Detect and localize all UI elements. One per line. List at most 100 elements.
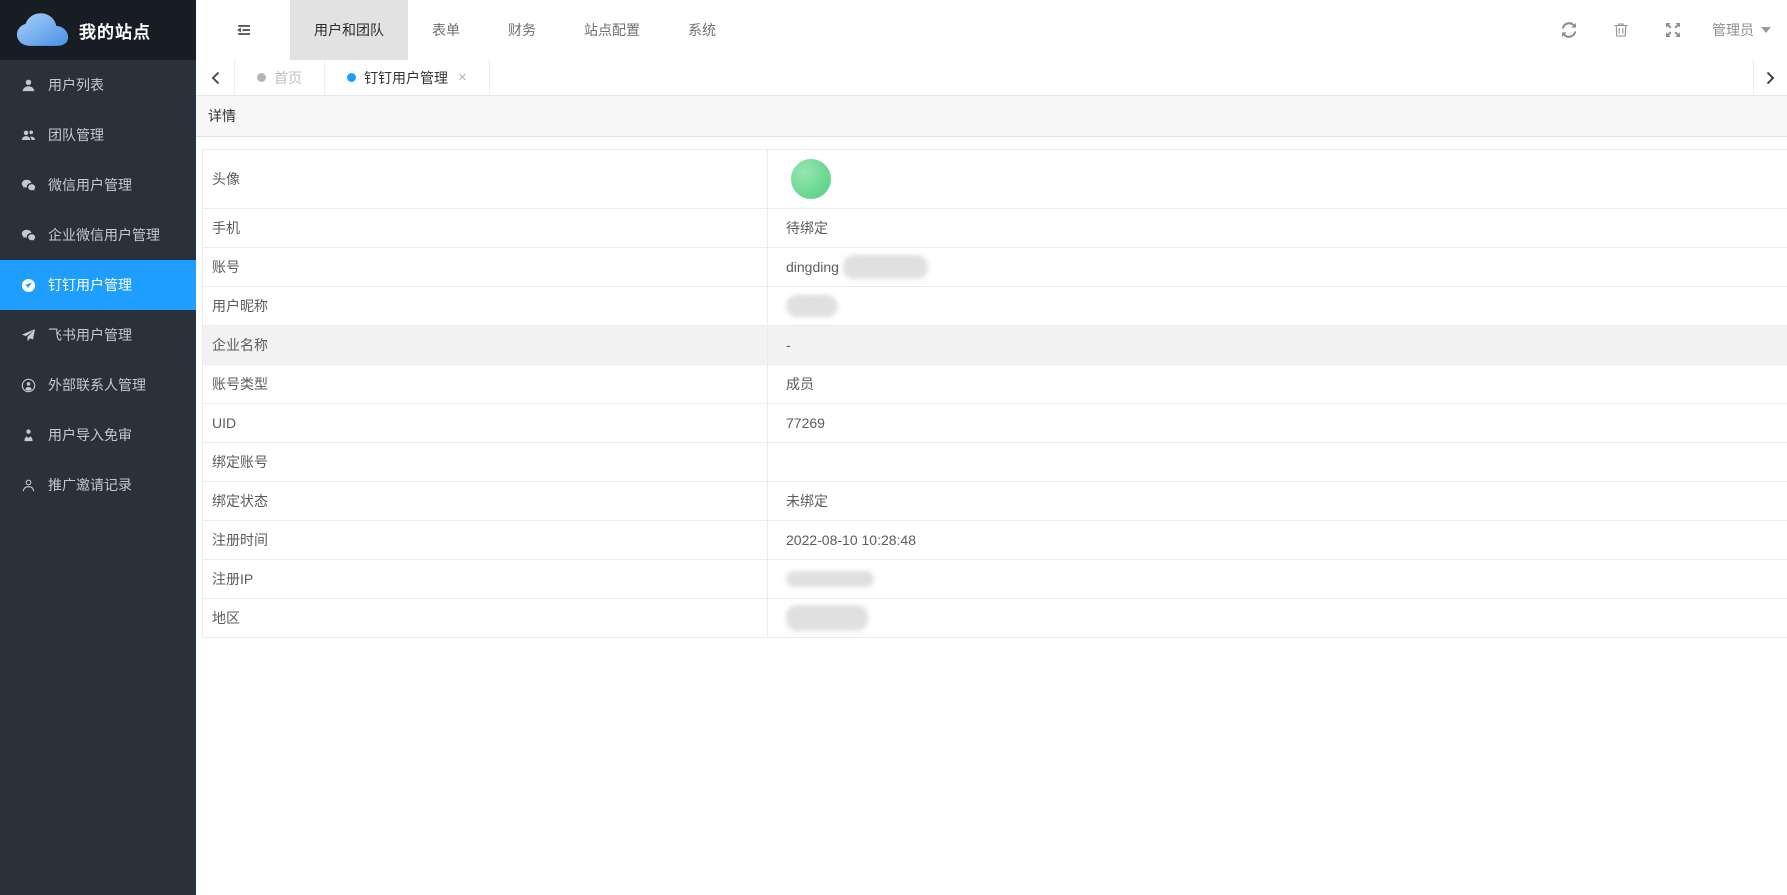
card-header: 详情 bbox=[196, 96, 1787, 137]
tabs-scroll-right-button[interactable] bbox=[1753, 60, 1787, 95]
user-import-icon bbox=[21, 428, 36, 443]
cloud-logo-icon bbox=[16, 12, 70, 48]
caret-down-icon bbox=[1761, 27, 1771, 33]
tabs-scroll-left-button[interactable] bbox=[196, 60, 235, 95]
contact-circle-icon bbox=[21, 378, 36, 393]
topbar-action-icons bbox=[1526, 21, 1682, 39]
table-row: 头像 bbox=[203, 150, 1787, 209]
topnav-tabs: 用户和团队表单财务站点配置系统 bbox=[290, 0, 740, 60]
card-title: 详情 bbox=[208, 106, 236, 126]
sidebar-item[interactable]: 用户导入免审 bbox=[0, 410, 196, 460]
sidebar-item[interactable]: 推广邀请记录 bbox=[0, 460, 196, 510]
breadcrumb-tab[interactable]: 钉钉用户管理 × bbox=[325, 60, 490, 95]
detail-card: 详情 头像手机待绑定账号 dingding 用户昵称企业名称-账号类型成员UID77… bbox=[196, 96, 1787, 895]
fullscreen-icon[interactable] bbox=[1664, 21, 1682, 39]
tab-label: 首页 bbox=[274, 68, 302, 88]
user-avatar bbox=[791, 159, 831, 199]
table-row: 绑定账号 bbox=[203, 443, 1787, 482]
sidebar-item-label: 用户导入免审 bbox=[48, 425, 132, 445]
wecom-icon bbox=[21, 228, 36, 243]
user-menu[interactable]: 管理员 bbox=[1712, 20, 1771, 40]
table-row: UID77269 bbox=[203, 404, 1787, 443]
topnav-tab[interactable]: 财务 bbox=[484, 0, 560, 60]
sidebar-item[interactable]: 外部联系人管理 bbox=[0, 360, 196, 410]
row-value-text: 2022-08-10 10:28:48 bbox=[786, 532, 916, 548]
row-value bbox=[768, 599, 1787, 637]
user-outline-icon bbox=[21, 478, 36, 493]
row-value-text: dingding bbox=[786, 259, 839, 275]
topnav-tab[interactable]: 用户和团队 bbox=[290, 0, 408, 60]
topnav-tab[interactable]: 站点配置 bbox=[560, 0, 664, 60]
row-value-text: 未绑定 bbox=[786, 491, 828, 511]
sidebar-item-label: 微信用户管理 bbox=[48, 175, 132, 195]
topnav-tab[interactable]: 表单 bbox=[408, 0, 484, 60]
topnav-tab[interactable]: 系统 bbox=[664, 0, 740, 60]
breadcrumb-tab[interactable]: 首页 bbox=[235, 60, 325, 95]
table-row: 企业名称- bbox=[203, 326, 1787, 365]
sidebar-item[interactable]: 团队管理 bbox=[0, 110, 196, 160]
row-label: UID bbox=[203, 404, 768, 442]
row-label: 绑定账号 bbox=[203, 443, 768, 481]
feishu-icon bbox=[21, 328, 36, 343]
row-label: 头像 bbox=[203, 150, 768, 208]
wechat-icon bbox=[21, 178, 36, 193]
row-label: 绑定状态 bbox=[203, 482, 768, 520]
sidebar-item-label: 外部联系人管理 bbox=[48, 375, 146, 395]
row-value: dingding bbox=[768, 248, 1787, 286]
row-value: 成员 bbox=[768, 365, 1787, 403]
sidebar-item[interactable]: 钉钉用户管理 bbox=[0, 260, 196, 310]
main-area: 用户和团队表单财务站点配置系统 管理员 首页 钉钉用户管理 × bbox=[196, 0, 1787, 895]
sidebar-item-label: 推广邀请记录 bbox=[48, 475, 132, 495]
row-label: 手机 bbox=[203, 209, 768, 247]
row-value bbox=[768, 287, 1787, 325]
redacted-blur-box bbox=[786, 605, 868, 631]
table-row: 注册IP bbox=[203, 560, 1787, 599]
row-value: 待绑定 bbox=[768, 209, 1787, 247]
row-value-text: 待绑定 bbox=[786, 218, 828, 238]
row-label: 账号 bbox=[203, 248, 768, 286]
row-label: 用户昵称 bbox=[203, 287, 768, 325]
table-row: 绑定状态未绑定 bbox=[203, 482, 1787, 521]
sidebar-item[interactable]: 企业微信用户管理 bbox=[0, 210, 196, 260]
sidebar-item-label: 团队管理 bbox=[48, 125, 104, 145]
row-value-text: 成员 bbox=[786, 374, 814, 394]
table-row: 账号类型成员 bbox=[203, 365, 1787, 404]
sidebar-menu: 用户列表团队管理微信用户管理企业微信用户管理钉钉用户管理飞书用户管理外部联系人管… bbox=[0, 60, 196, 510]
sidebar-item[interactable]: 飞书用户管理 bbox=[0, 310, 196, 360]
redacted-blur-box bbox=[786, 571, 874, 587]
redacted-blur-box bbox=[786, 295, 838, 317]
sidebar-item[interactable]: 用户列表 bbox=[0, 60, 196, 110]
row-label: 注册时间 bbox=[203, 521, 768, 559]
row-label: 企业名称 bbox=[203, 326, 768, 364]
row-value: 未绑定 bbox=[768, 482, 1787, 520]
tab-label: 钉钉用户管理 bbox=[364, 68, 448, 88]
user-menu-label: 管理员 bbox=[1712, 20, 1754, 40]
app-layout: 我的站点 用户列表团队管理微信用户管理企业微信用户管理钉钉用户管理飞书用户管理外… bbox=[0, 0, 1787, 895]
close-icon[interactable]: × bbox=[458, 70, 467, 85]
row-value: 2022-08-10 10:28:48 bbox=[768, 521, 1787, 559]
card-body: 头像手机待绑定账号 dingding 用户昵称企业名称-账号类型成员UID77269… bbox=[196, 137, 1787, 895]
sidebar-item-label: 企业微信用户管理 bbox=[48, 225, 160, 245]
detail-table: 头像手机待绑定账号 dingding 用户昵称企业名称-账号类型成员UID77269… bbox=[202, 149, 1787, 638]
chevron-left-icon bbox=[210, 70, 221, 86]
sidebar-item[interactable]: 微信用户管理 bbox=[0, 160, 196, 210]
users-icon bbox=[21, 128, 36, 143]
sidebar: 我的站点 用户列表团队管理微信用户管理企业微信用户管理钉钉用户管理飞书用户管理外… bbox=[0, 0, 196, 895]
row-value bbox=[768, 560, 1787, 598]
table-row: 账号 dingding bbox=[203, 248, 1787, 287]
trash-icon[interactable] bbox=[1612, 21, 1630, 39]
row-value bbox=[768, 150, 1787, 208]
tab-status-dot bbox=[257, 73, 266, 82]
refresh-icon[interactable] bbox=[1560, 21, 1578, 39]
site-title: 我的站点 bbox=[79, 18, 151, 43]
sidebar-item-label: 钉钉用户管理 bbox=[48, 275, 132, 295]
row-value bbox=[768, 443, 1787, 481]
user-solid-icon bbox=[21, 78, 36, 93]
row-value: 77269 bbox=[768, 404, 1787, 442]
table-row: 注册时间 2022-08-10 10:28:48 bbox=[203, 521, 1787, 560]
logo: 我的站点 bbox=[0, 0, 196, 60]
chevron-right-icon bbox=[1765, 70, 1776, 86]
topbar-actions: 管理员 bbox=[1526, 20, 1787, 40]
collapse-menu-icon[interactable] bbox=[224, 0, 264, 60]
table-row: 手机待绑定 bbox=[203, 209, 1787, 248]
